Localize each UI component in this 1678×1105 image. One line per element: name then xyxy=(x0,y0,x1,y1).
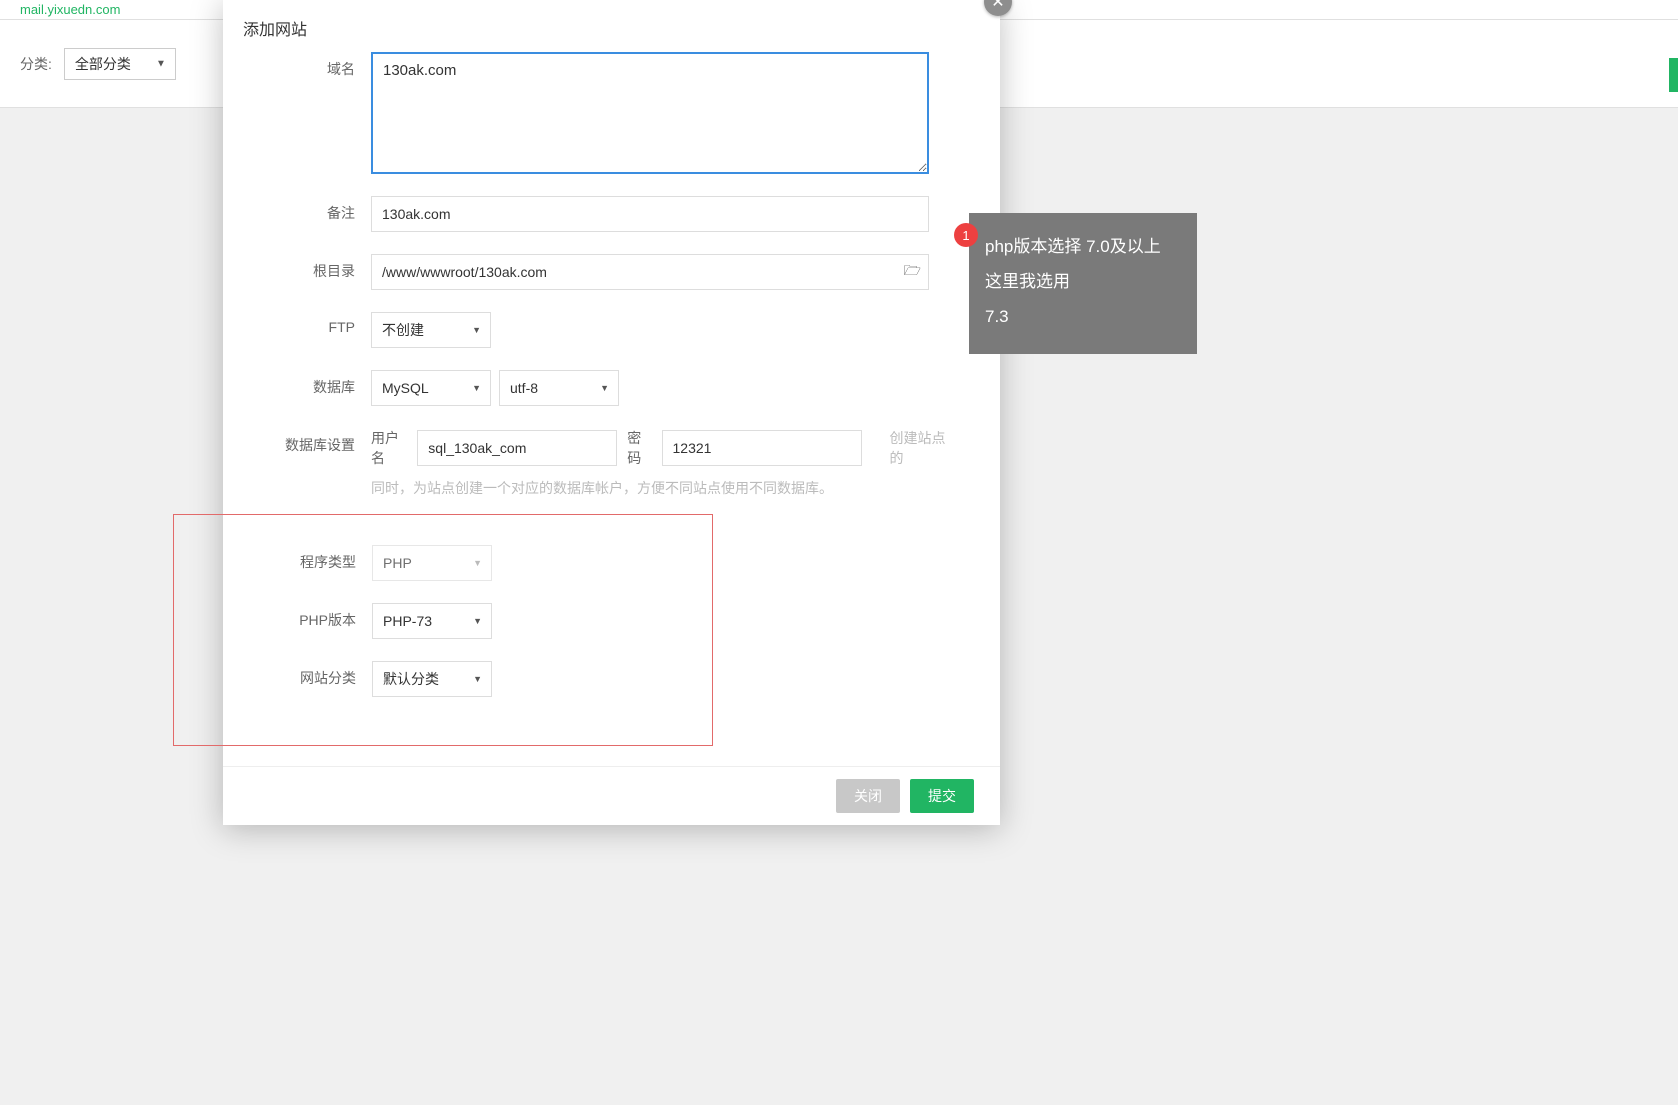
label-program-type: 程序类型 xyxy=(224,545,372,572)
annotation-tooltip: php版本选择 7.0及以上 这里我选用 7.3 xyxy=(969,213,1197,354)
label-php-version: PHP版本 xyxy=(224,603,372,630)
db-tail-text: 创建站点的 xyxy=(890,428,951,468)
label-root: 根目录 xyxy=(223,254,371,281)
db-user-input[interactable] xyxy=(417,430,617,466)
db-pass-input[interactable] xyxy=(662,430,862,466)
row-db-settings: 数据库设置 用户名 密码 创建站点的 同时，为站点创建一个对应的数据库帐户，方便… xyxy=(223,428,950,498)
add-site-modal: ✕ 添加网站 域名 130ak.com 备注 根目录 🗁 xyxy=(223,0,1000,825)
label-domain: 域名 xyxy=(223,52,371,79)
tooltip-line2: 这里我选用 xyxy=(985,268,1181,297)
submit-button[interactable]: 提交 xyxy=(910,779,974,813)
program-type-select: PHP xyxy=(372,545,492,581)
root-input[interactable] xyxy=(371,254,929,290)
row-program-type: 程序类型 PHP xyxy=(224,545,712,581)
close-button[interactable]: 关闭 xyxy=(836,779,900,813)
label-database: 数据库 xyxy=(223,370,371,397)
tooltip-line3: 7.3 xyxy=(985,303,1181,332)
label-db-settings: 数据库设置 xyxy=(223,428,371,455)
row-php-version: PHP版本 PHP-73 xyxy=(224,603,712,639)
db-user-label: 用户名 xyxy=(371,428,407,468)
modal-footer: 关闭 提交 xyxy=(223,766,1000,825)
domain-input[interactable]: 130ak.com xyxy=(371,52,929,174)
row-ftp: FTP 不创建 xyxy=(223,312,950,348)
row-remark: 备注 xyxy=(223,196,950,232)
db-charset-select[interactable]: utf-8 xyxy=(499,370,619,406)
tooltip-line1: php版本选择 7.0及以上 xyxy=(985,233,1181,262)
highlight-box: 程序类型 PHP PHP版本 PHP-73 xyxy=(173,514,713,746)
annotation-badge: 1 xyxy=(954,223,978,247)
header-domain-link[interactable]: mail.yixuedn.com xyxy=(20,2,120,17)
ftp-select[interactable]: 不创建 xyxy=(371,312,491,348)
row-root: 根目录 🗁 xyxy=(223,254,950,290)
db-help-text: 同时，为站点创建一个对应的数据库帐户，方便不同站点使用不同数据库。 xyxy=(371,478,950,498)
db-pass-label: 密码 xyxy=(627,428,651,468)
php-version-select[interactable]: PHP-73 xyxy=(372,603,492,639)
add-site-form: 域名 130ak.com 备注 根目录 🗁 FTP xyxy=(223,52,1000,746)
label-ftp: FTP xyxy=(223,312,371,335)
site-category-select[interactable]: 默认分类 xyxy=(372,661,492,697)
filter-label: 分类: xyxy=(20,54,52,74)
remark-input[interactable] xyxy=(371,196,929,232)
label-site-category: 网站分类 xyxy=(224,661,372,688)
label-remark: 备注 xyxy=(223,196,371,223)
filter-select[interactable]: 全部分类 xyxy=(64,48,176,80)
modal-title: 添加网站 xyxy=(223,0,1000,52)
accept-button-edge[interactable] xyxy=(1669,58,1678,92)
row-database: 数据库 MySQL utf-8 xyxy=(223,370,950,406)
folder-icon[interactable]: 🗁 xyxy=(904,260,921,284)
row-site-category: 网站分类 默认分类 xyxy=(224,661,712,697)
row-domain: 域名 130ak.com xyxy=(223,52,950,174)
db-engine-select[interactable]: MySQL xyxy=(371,370,491,406)
